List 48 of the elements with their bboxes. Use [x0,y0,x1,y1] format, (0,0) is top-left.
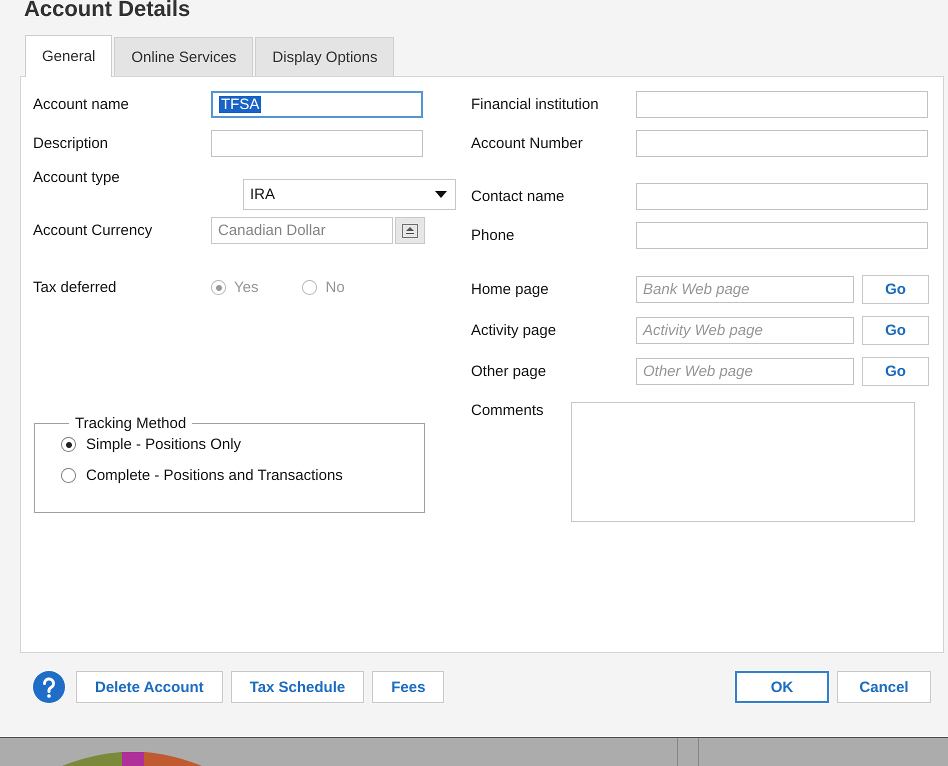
field-label: Phone [471,227,516,244]
go-button[interactable]: Go [862,275,929,304]
url-field[interactable]: Activity Web page [636,317,854,344]
url-field[interactable]: Bank Web page [636,276,854,303]
field-label: Contact name [471,188,566,205]
text-field[interactable] [636,183,928,210]
dropdown[interactable]: IRA [243,179,456,210]
footer-button[interactable]: Fees [372,671,444,703]
field-label: Activity page [471,322,558,339]
comments-field[interactable] [571,402,915,522]
option-label: Simple - Positions Only [86,436,242,453]
field-label: Financial institution [471,96,600,113]
option-label: No [325,279,345,296]
window-title: Account Details [24,0,192,22]
picker-button[interactable] [395,217,425,244]
radio-button[interactable] [61,468,76,483]
help-icon[interactable] [33,671,65,703]
dialog-button[interactable]: OK [735,671,829,703]
text-field[interactable] [636,222,928,249]
url-field[interactable]: Other Web page [636,358,854,385]
footer-button[interactable]: Tax Schedule [230,671,364,703]
tab[interactable]: Online Services [114,37,254,76]
go-button[interactable]: Go [862,357,929,386]
field-label: Account Number [471,135,584,152]
group-title: Tracking Method [74,415,188,432]
field-label: Comments [471,402,545,419]
caret-icon [435,191,447,198]
text-field[interactable] [636,91,928,118]
field-label: Account name [33,96,130,113]
dialog-button[interactable]: Cancel [837,671,931,703]
footer-button[interactable]: Delete Account [76,671,223,703]
tab[interactable]: General [25,35,112,77]
option-label: Complete - Positions and Transactions [86,467,343,484]
radio-button[interactable] [61,437,76,452]
field-label: Home page [471,281,550,298]
tab[interactable]: Display Options [255,37,394,76]
divider-bar [677,738,699,766]
field-label: Other page [471,363,548,380]
field-label: Account type [33,169,121,186]
option-label: Yes [234,279,258,296]
text-field[interactable]: TFSA [211,91,423,118]
text-field[interactable] [636,130,928,157]
field-label: Account Currency [33,222,154,239]
field-label: Description [33,135,110,152]
field-label: Tax deferred [33,279,118,296]
upload-icon [402,224,418,238]
text-field[interactable] [211,130,423,157]
go-button[interactable]: Go [862,316,929,345]
